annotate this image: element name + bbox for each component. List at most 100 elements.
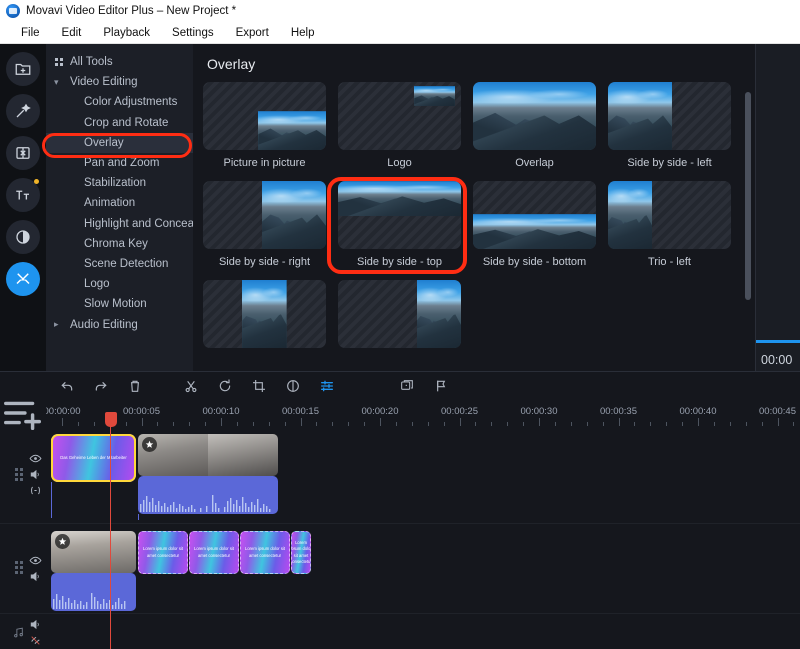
preset-thumbnail[interactable] [608,82,731,150]
ruler-tick [221,418,222,426]
preset-logo[interactable]: Logo [338,82,473,169]
stickers-button[interactable] [6,220,40,254]
import-media-button[interactable] [6,52,40,86]
tool-label: Stabilization [84,177,147,190]
titles-tt-icon [16,190,29,200]
presets-scrollbar[interactable] [745,92,751,300]
marker-button[interactable] [424,374,458,398]
eye-icon[interactable] [29,452,42,465]
preset-side-by-side-top[interactable]: Side by side - top [338,181,473,268]
presets-panel: Overlay Picture in picture Logo Overlap [193,44,755,371]
timeline-clip-video[interactable] [138,434,278,476]
track-body-overlay[interactable]: Das Geheime Leben der Mitarbeiter [46,426,800,523]
title-bar: Movavi Video Editor Plus – New Project * [0,0,800,22]
tool-item-crop-and-rotate[interactable]: Crop and Rotate [46,113,193,133]
preset-thumbnail[interactable] [338,280,461,348]
track-drag-handle[interactable] [15,467,25,482]
menu-export[interactable]: Export [225,25,280,41]
preset-picture-in-picture[interactable]: Picture in picture [203,82,338,169]
preset-label: Overlap [515,157,554,169]
color-adjust-button[interactable] [276,374,310,398]
preset-thumbnail[interactable] [203,82,326,150]
tool-item-stabilization[interactable]: Stabilization [46,173,193,193]
delete-button[interactable] [118,374,152,398]
timeline-clip-audio[interactable] [51,573,136,611]
rotate-button[interactable] [208,374,242,398]
ruler-label: 00:00:25 [441,406,478,417]
transitions-button[interactable] [6,136,40,170]
preset-thumbnail[interactable] [608,181,731,249]
speaker-icon[interactable] [29,468,42,481]
music-note-icon [14,627,23,638]
track-controls [29,618,42,647]
tool-item-highlight-and-conceal[interactable]: Highlight and Conceal [46,214,197,234]
timeline-clip-title-selected[interactable]: Das Geheime Leben der Mitarbeiter [51,434,136,482]
tool-item-all-tools[interactable]: All Tools [46,52,193,72]
timeline-clip-title[interactable]: Lorem ipsum dolor sit amet consectetur [240,531,290,574]
preset-trio-left[interactable]: Trio - left [608,181,743,268]
undo-button[interactable] [50,374,84,398]
properties-button[interactable] [310,374,344,398]
tool-item-chroma-key[interactable]: Chroma Key [46,234,193,254]
eye-icon[interactable] [29,554,42,567]
tool-label: Audio Editing [70,318,138,331]
timeline-clip-audio[interactable] [138,476,278,514]
timeline-clip-video[interactable] [51,531,136,573]
timeline-clip-title[interactable]: Lorem ipsum dolor sit amet consectetur [291,531,311,574]
preview-progress-bar[interactable] [756,340,800,343]
track-header-audio [0,613,46,649]
preset-trio-right[interactable] [338,280,473,355]
preset-thumbnail[interactable] [203,181,326,249]
tool-item-video-editing[interactable]: ▾ Video Editing [46,72,193,92]
preset-overlap[interactable]: Overlap [473,82,608,169]
menu-help[interactable]: Help [280,25,326,41]
crop-button[interactable] [242,374,276,398]
timeline-clip-title[interactable]: Lorem ipsum dolor sit amet consectetur [138,531,188,574]
speaker-icon[interactable] [29,570,42,583]
redo-button[interactable] [84,374,118,398]
scissors-icon [185,380,197,393]
track-body-main[interactable]: Lorem ipsum dolor sit amet consectetur L… [46,523,800,613]
preset-thumbnail[interactable] [338,82,461,150]
ruler-tick [777,418,779,426]
menu-file[interactable]: File [10,25,51,41]
tool-item-slow-motion[interactable]: Slow Motion [46,294,193,314]
montage-icon [401,380,413,390]
preset-thumbnail[interactable] [473,82,596,150]
timeline-ruler[interactable]: 00:00:00 00:00:05 00:00:10 00:00:15 00:00:20… [46,400,800,426]
tool-item-overlay[interactable]: Overlay [46,132,193,153]
preset-thumbnail[interactable] [203,280,326,348]
montage-button[interactable] [390,374,424,398]
add-track-button[interactable] [0,400,46,431]
tool-item-animation[interactable]: Animation [46,193,193,213]
ruler-label: 00:00:00 [46,406,81,417]
tool-item-audio-editing[interactable]: ▸ Audio Editing [46,314,193,334]
audio-link-off-icon[interactable] [29,634,42,647]
preset-thumbnail[interactable] [338,181,461,249]
speaker-icon[interactable] [29,618,42,631]
tool-item-scene-detection[interactable]: Scene Detection [46,254,193,274]
tool-item-color-adjustments[interactable]: Color Adjustments [46,92,193,112]
link-icon[interactable] [29,484,42,497]
split-button[interactable] [174,374,208,398]
preset-side-by-side-left[interactable]: Side by side - left [608,82,743,169]
tools-button[interactable] [6,262,40,296]
titles-button[interactable] [6,178,40,212]
preset-side-by-side-bottom[interactable]: Side by side - bottom [473,181,608,268]
timeline-clip-title[interactable]: Lorem ipsum dolor sit amet consectetur [189,531,239,574]
filters-button[interactable] [6,94,40,128]
preset-side-by-side-right[interactable]: Side by side - right [203,181,338,268]
preview-panel: 00:00 [755,44,800,371]
tool-item-pan-and-zoom[interactable]: Pan and Zoom [46,153,193,173]
track-drag-handle[interactable] [15,561,25,575]
track-body-audio[interactable] [46,613,800,649]
menu-edit[interactable]: Edit [51,25,93,41]
preset-thumbnail[interactable] [473,181,596,249]
tool-item-logo[interactable]: Logo [46,274,193,294]
transitions-icon [16,147,30,159]
crop-icon [253,380,265,392]
menu-settings[interactable]: Settings [161,25,225,41]
preset-trio-center[interactable] [203,280,338,355]
menu-playback[interactable]: Playback [92,25,161,41]
tool-label: Video Editing [70,76,138,89]
